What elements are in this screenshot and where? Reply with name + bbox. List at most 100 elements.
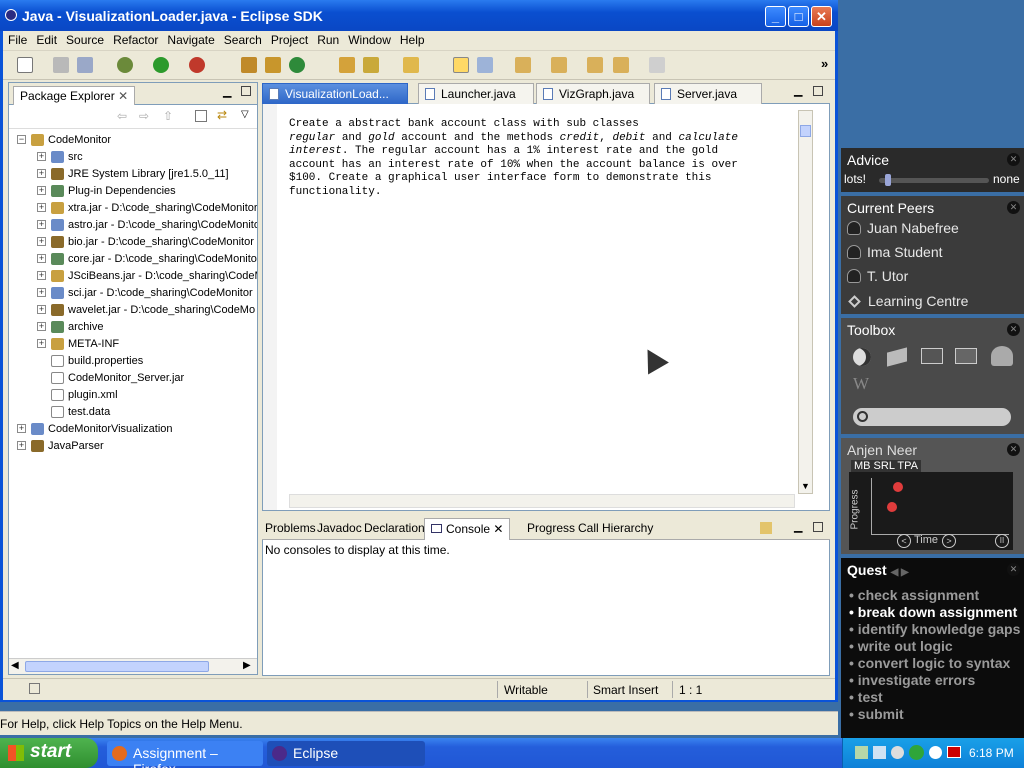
forward-icon[interactable]: ⇨ [139,109,149,123]
peer-item[interactable]: Juan Nabefree [847,220,959,236]
moon-tool-icon[interactable] [853,348,871,366]
menu-project[interactable]: Project [266,31,312,47]
expand-icon[interactable]: + [37,220,46,229]
toggle-mark-icon[interactable] [453,57,469,73]
expand-icon[interactable]: + [17,441,26,450]
tray-icon[interactable] [873,746,886,759]
minimize-view-icon[interactable]: ▁ [223,85,231,98]
tree-item[interactable]: + archive [9,319,257,335]
expand-icon[interactable]: + [37,237,46,246]
expand-icon[interactable]: + [37,169,46,178]
tree-item[interactable]: + Plug-in Dependencies [9,183,257,199]
up-icon[interactable]: ⇧ [163,109,173,123]
menu-run[interactable]: Run [312,31,343,47]
project-tree-item[interactable]: − CodeMonitor [9,132,257,148]
fast-view-icon[interactable] [29,683,40,694]
horizontal-scrollbar[interactable]: ◀ ▶ [9,658,257,674]
close-icon[interactable]: ✕ [1007,563,1020,576]
people-tool-icon[interactable] [991,346,1013,366]
expand-icon[interactable]: + [37,186,46,195]
quest-step[interactable]: • test [849,689,883,705]
close-icon[interactable]: ✕ [1007,323,1020,336]
expand-icon[interactable]: + [37,152,46,161]
close-button[interactable]: ✕ [811,6,832,27]
project-tree-item[interactable]: + JavaParser [9,438,257,454]
menu-refactor[interactable]: Refactor [108,31,162,47]
print-icon[interactable] [77,57,93,73]
peer-item[interactable]: Learning Centre [847,293,968,309]
tree-item[interactable]: + JRE System Library [jre1.5.0_11] [9,166,257,182]
expand-icon[interactable]: + [37,339,46,348]
package-explorer-tab[interactable]: Package Explorer ✕ [13,86,136,105]
collapse-all-icon[interactable] [195,110,207,122]
quest-step[interactable]: • break down assignment [849,604,1017,620]
new-java-project-icon[interactable] [241,57,257,73]
quest-step[interactable]: • submit [849,706,904,722]
expand-icon[interactable]: + [37,322,46,331]
new-icon[interactable] [17,57,33,73]
advice-slider-track[interactable] [879,178,989,183]
last-edit-icon[interactable] [587,57,603,73]
progress-marker[interactable] [893,482,903,492]
new-class-icon[interactable] [289,57,305,73]
link-with-editor-icon[interactable]: ⇄ [217,108,227,122]
close-icon[interactable]: ✕ [1007,153,1020,166]
api-tool-icon[interactable] [921,348,943,364]
scroll-thumb[interactable] [25,661,209,672]
toolbar-overflow-icon[interactable]: » [821,56,828,71]
editor-text[interactable]: Create a abstract bank account class wit… [289,118,759,199]
notes-tool-icon[interactable] [955,348,977,364]
close-icon[interactable]: ✕ [1007,201,1020,214]
expand-icon[interactable]: + [37,254,46,263]
tree-item[interactable]: + META-INF [9,336,257,352]
tab-javadoc[interactable]: Javadoc [317,521,362,535]
messenger-icon[interactable] [909,745,924,760]
time-next-icon[interactable]: > [942,534,956,548]
tab-problems[interactable]: Problems [265,521,316,535]
peer-item[interactable]: T. Utor [847,268,908,284]
tab-declaration[interactable]: Declaration [364,521,425,535]
close-icon[interactable]: ✕ [118,89,128,103]
new-package-icon[interactable] [265,57,281,73]
forward-icon[interactable] [649,57,665,73]
editor-horizontal-scrollbar[interactable] [289,494,795,508]
open-console-icon[interactable] [760,522,772,534]
menu-source[interactable]: Source [61,31,108,47]
editor-area[interactable]: Create a abstract bank account class wit… [262,104,830,511]
title-bar[interactable]: Java - VisualizationLoader.java - Eclips… [0,0,838,31]
tree-item[interactable]: build.properties [9,353,257,369]
start-button[interactable]: start [0,738,98,768]
tree-item[interactable]: test.data [9,404,257,420]
maximize-view-icon[interactable] [241,86,251,96]
tray-icon[interactable] [929,746,942,759]
tree-item[interactable]: + sci.jar - D:\code_sharing\CodeMonitor [9,285,257,301]
back-icon[interactable]: ⇦ [117,109,127,123]
tree-item[interactable]: + wavelet.jar - D:\code_sharing\CodeMo [9,302,257,318]
tray-icon[interactable] [891,746,904,759]
progress-marker[interactable] [887,502,897,512]
book-tool-icon[interactable] [887,347,907,367]
search-icon[interactable] [363,57,379,73]
prev-annotation-icon[interactable] [551,57,567,73]
maximize-button[interactable]: □ [788,6,809,27]
expand-icon[interactable]: + [17,424,26,433]
minimize-button[interactable]: _ [765,6,786,27]
pause-icon[interactable]: II [995,534,1009,548]
quest-step[interactable]: • investigate errors [849,672,975,688]
tree-item[interactable]: + astro.jar - D:\code_sharing\CodeMonitor [9,217,257,233]
quest-step[interactable]: • identify knowledge gaps [849,621,1020,637]
external-tools-icon[interactable] [189,57,205,73]
debug-icon[interactable] [117,57,133,73]
minimize-view-icon[interactable]: ▁ [794,520,802,533]
maximize-view-icon[interactable] [813,522,823,532]
task-eclipse[interactable]: Eclipse [267,741,425,766]
tab-progress[interactable]: Progress [527,521,575,535]
quest-step[interactable]: • check assignment [849,587,979,603]
maximize-view-icon[interactable] [813,86,823,96]
back-icon[interactable] [613,57,629,73]
tab-vizgraph[interactable]: VizGraph.java [536,83,650,104]
scroll-left-icon[interactable]: ◀ [11,660,19,671]
wikipedia-icon[interactable]: W [853,374,869,394]
close-icon[interactable]: ✕ [1007,443,1020,456]
task-firefox[interactable]: Assignment – Firefox [107,741,263,768]
